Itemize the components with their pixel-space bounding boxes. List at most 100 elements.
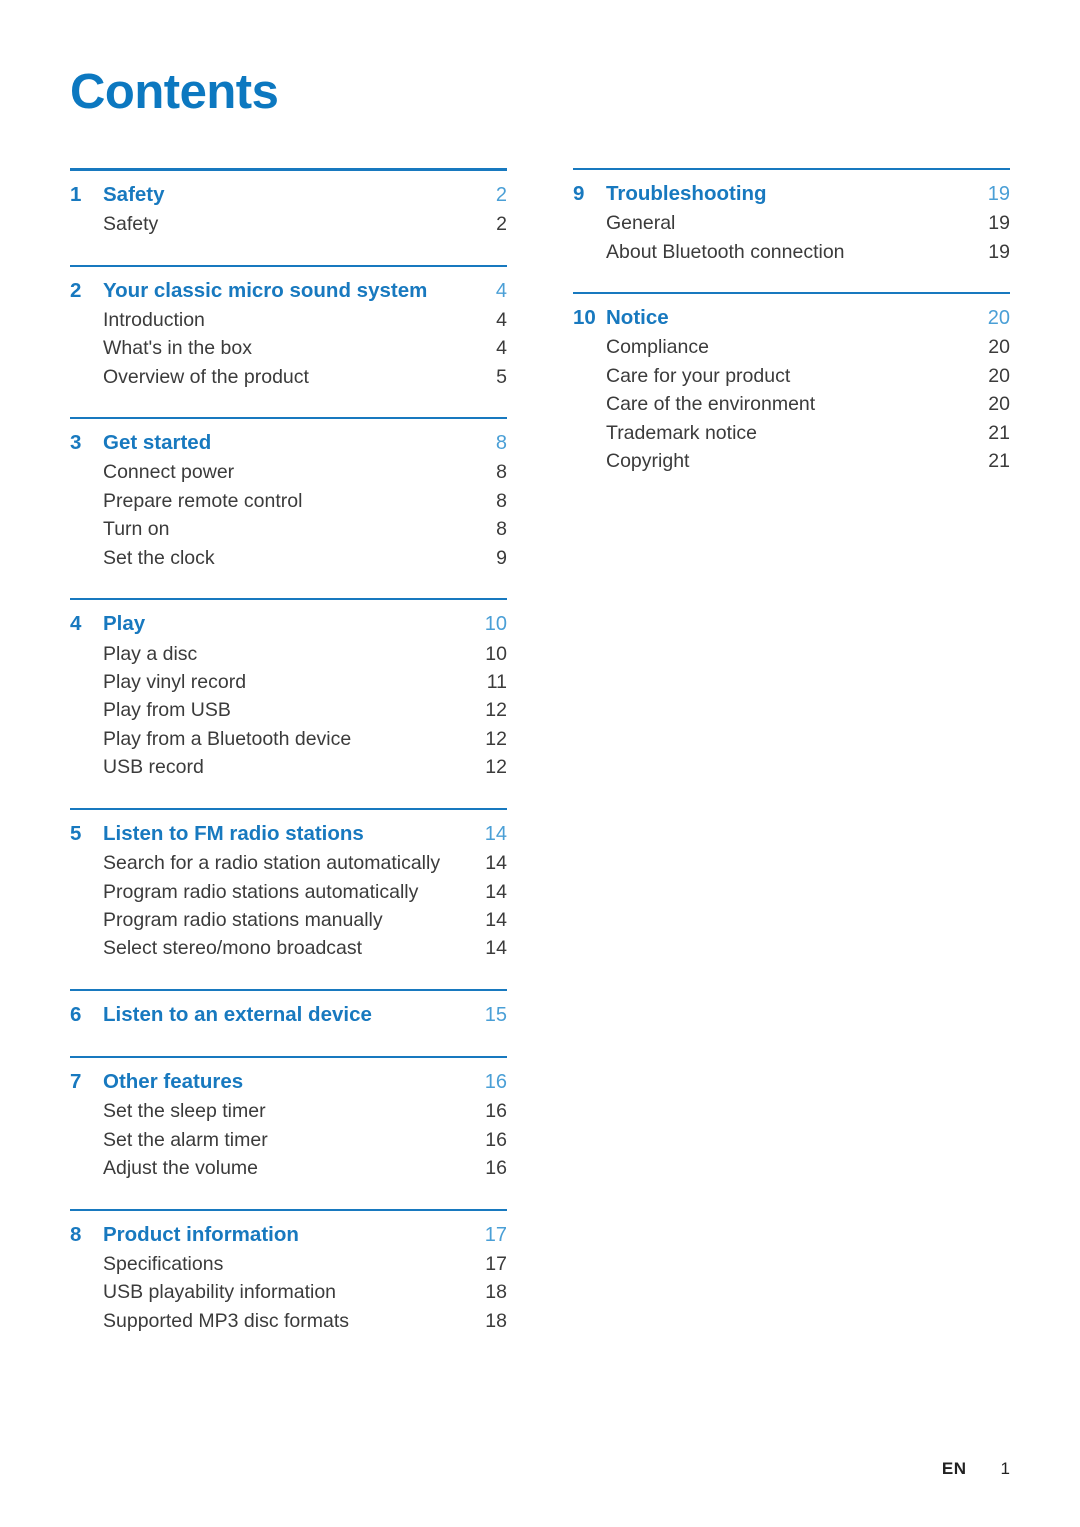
entry-label: What's in the box <box>103 337 252 360</box>
section-page-number: 15 <box>484 1003 507 1026</box>
entry-page-number: 12 <box>485 756 507 779</box>
toc-entry[interactable]: Care for your product 20 <box>573 362 1010 390</box>
toc-entry[interactable]: Play from USB 12 <box>70 696 507 724</box>
entry-page-number: 14 <box>485 852 507 875</box>
toc-entry[interactable]: Program radio stations automatically 14 <box>70 878 507 906</box>
toc-entry[interactable]: Search for a radio station automatically… <box>70 849 507 877</box>
entry-label: Safety <box>103 213 159 236</box>
section-divider <box>573 292 1010 295</box>
entry-page-number: 5 <box>496 365 507 388</box>
section-title: Safety <box>103 183 165 206</box>
toc-entry[interactable]: Trademark notice 21 <box>573 419 1010 447</box>
toc-entry[interactable]: General 19 <box>573 209 1010 237</box>
entry-label: Play from USB <box>103 699 231 722</box>
section-number: 3 <box>70 431 82 455</box>
toc-entry[interactable]: Set the sleep timer 16 <box>70 1097 507 1125</box>
toc-section: 1 Safety 2 Safety 2 <box>70 168 507 239</box>
toc-entry[interactable]: Select stereo/mono broadcast 14 <box>70 934 507 962</box>
entry-page-number: 14 <box>485 880 507 903</box>
toc-entry[interactable]: Care of the environment 20 <box>573 390 1010 418</box>
entry-page-number: 8 <box>496 461 507 484</box>
toc-section-heading[interactable]: 6 Listen to an external device 15 <box>70 1000 507 1030</box>
section-page-number: 19 <box>987 183 1010 205</box>
section-divider <box>70 168 507 171</box>
entry-page-number: 20 <box>988 393 1010 416</box>
toc-entry[interactable]: Set the alarm timer 16 <box>70 1126 507 1154</box>
section-divider <box>70 988 507 991</box>
toc-section-heading[interactable]: 1 Safety 2 <box>70 180 507 210</box>
entry-label: Select stereo/mono broadcast <box>103 937 363 960</box>
toc-entry[interactable]: Play vinyl record 11 <box>70 668 507 696</box>
toc-entry[interactable]: Play from a Bluetooth device 12 <box>70 725 507 753</box>
entry-label: Compliance <box>606 336 709 359</box>
toc-entry[interactable]: Safety 2 <box>70 210 507 238</box>
toc-section-heading[interactable]: 4 Play 10 <box>70 609 507 639</box>
section-divider <box>70 1056 507 1059</box>
toc-entry[interactable]: Program radio stations manually 14 <box>70 906 507 934</box>
toc-section-heading[interactable]: 2 Your classic micro sound system 4 <box>70 276 507 306</box>
entry-label: Care for your product <box>606 364 791 387</box>
entry-label: Program radio stations manually <box>103 908 383 931</box>
entry-page-number: 12 <box>485 699 507 722</box>
entry-page-number: 4 <box>496 337 507 360</box>
toc-section-heading[interactable]: 8 Product information 17 <box>70 1220 507 1250</box>
toc-section: 9 Troubleshooting 19 General 19 About Bluetoo… <box>573 168 1010 266</box>
entry-page-number: 17 <box>485 1252 507 1275</box>
entry-page-number: 9 <box>496 546 507 569</box>
toc-entry[interactable]: Play a disc 10 <box>70 640 507 668</box>
toc-section: 5 Listen to FM radio stations 14 Search for… <box>70 807 507 963</box>
toc-entry[interactable]: Introduction 4 <box>70 306 507 334</box>
entry-page-number: 16 <box>485 1157 507 1180</box>
entry-page-number: 21 <box>988 421 1010 444</box>
page-footer: EN 1 <box>942 1459 1010 1479</box>
section-number: 1 <box>70 183 82 206</box>
toc-entry[interactable]: Copyright 21 <box>573 447 1010 475</box>
section-page-number: 10 <box>484 613 507 636</box>
toc-entry[interactable]: USB record 12 <box>70 753 507 781</box>
entry-label: Play from a Bluetooth device <box>103 727 352 750</box>
entry-page-number: 16 <box>485 1100 507 1123</box>
toc-entry[interactable]: Turn on 8 <box>70 515 507 543</box>
entry-page-number: 20 <box>988 336 1010 359</box>
section-number: 9 <box>573 182 585 205</box>
entry-page-number: 21 <box>988 450 1010 473</box>
toc-entry[interactable]: Connect power 8 <box>70 458 507 486</box>
toc-entry[interactable]: What's in the box 4 <box>70 334 507 362</box>
entry-label: Overview of the product <box>103 365 309 388</box>
toc-section-heading[interactable]: 7 Other features 16 <box>70 1067 507 1097</box>
toc-section-heading[interactable]: 3 Get started 8 <box>70 428 507 458</box>
toc-section: 7 Other features 16 Set the sleep timer 16 Se… <box>70 1056 507 1183</box>
entry-label: Turn on <box>103 518 170 541</box>
toc-entry[interactable]: USB playability information 18 <box>70 1278 507 1306</box>
entry-page-number: 14 <box>485 908 507 931</box>
toc-entry[interactable]: Overview of the product 5 <box>70 363 507 391</box>
entry-label: Set the clock <box>103 546 215 569</box>
entry-label: Connect power <box>103 461 235 484</box>
entry-page-number: 8 <box>496 489 507 512</box>
toc-entry[interactable]: Specifications 17 <box>70 1250 507 1278</box>
entry-label: Prepare remote control <box>103 489 303 512</box>
section-number: 8 <box>70 1222 82 1246</box>
toc-entry[interactable]: Adjust the volume 16 <box>70 1154 507 1182</box>
toc-entry[interactable]: Prepare remote control 8 <box>70 487 507 515</box>
section-number: 7 <box>70 1070 82 1094</box>
toc-section-heading[interactable]: 5 Listen to FM radio stations 14 <box>70 819 507 849</box>
toc-entry[interactable]: Supported MP3 disc formats 18 <box>70 1307 507 1335</box>
toc-section-heading[interactable]: 9 Troubleshooting 19 <box>573 179 1010 209</box>
entry-label: Program radio stations automatically <box>103 880 419 903</box>
entry-label: USB record <box>103 756 204 779</box>
section-divider <box>573 168 1010 170</box>
contents-page: Contents 1 Safety 2 Safety 2 2 Your classic mi… <box>0 0 1080 1527</box>
entry-label: General <box>606 212 676 235</box>
toc-section: 6 Listen to an external device 15 <box>70 988 507 1030</box>
entry-label: Set the alarm timer <box>103 1128 268 1151</box>
toc-section-heading[interactable]: 10 Notice 20 <box>573 303 1010 333</box>
toc-entry[interactable]: Set the clock 9 <box>70 544 507 572</box>
section-number: 6 <box>70 1002 82 1026</box>
entry-label: Supported MP3 disc formats <box>103 1309 350 1332</box>
toc-section: 2 Your classic micro sound system 4 Introdu… <box>70 264 507 392</box>
toc-entry[interactable]: Compliance 20 <box>573 333 1010 361</box>
toc-section: 8 Product information 17 Specifications 17 US… <box>70 1208 507 1336</box>
toc-entry[interactable]: About Bluetooth connection 19 <box>573 238 1010 266</box>
section-title: Product information <box>103 1222 299 1246</box>
